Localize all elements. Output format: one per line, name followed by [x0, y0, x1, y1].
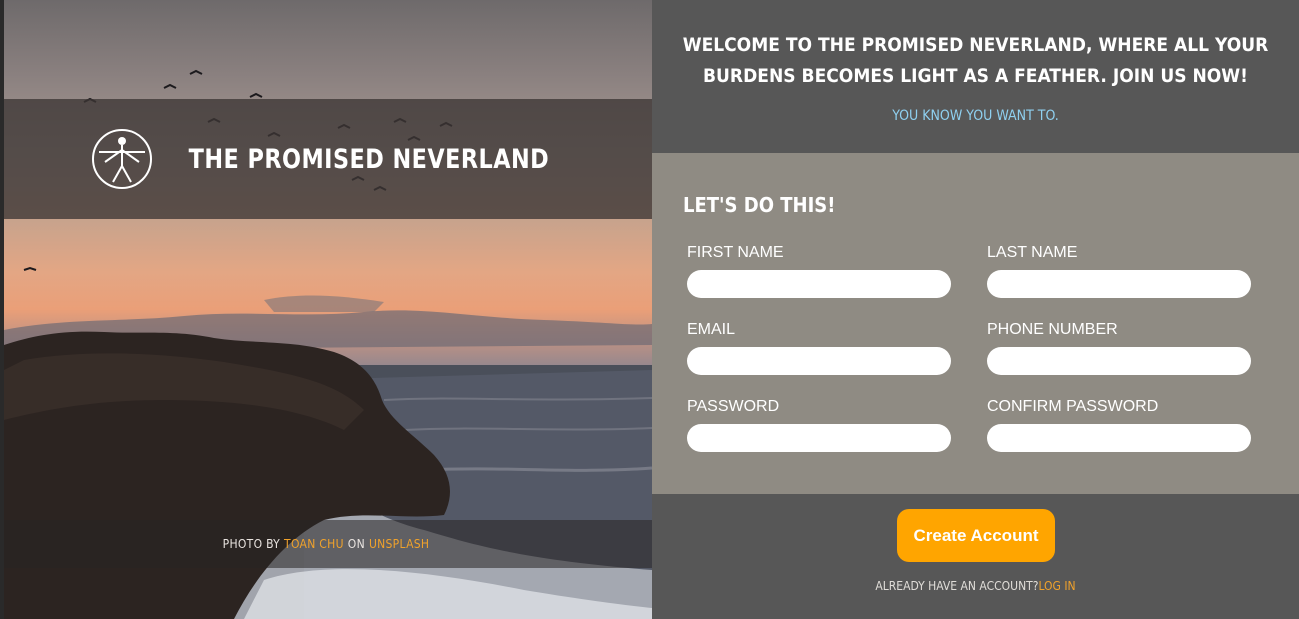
vitruvian-logo-icon — [92, 129, 153, 189]
credit-middle: ON — [347, 537, 365, 551]
password-input[interactable] — [687, 424, 951, 452]
welcome-panel: WELCOME TO THE PROMISED NEVERLAND, WHERE… — [652, 0, 1299, 153]
email-input[interactable] — [687, 347, 951, 375]
create-account-button[interactable]: Create Account — [897, 509, 1055, 562]
last-name-group: LAST NAME — [987, 244, 1251, 298]
tagline: YOU KNOW YOU WANT TO. — [892, 108, 1059, 124]
photo-credit: PHOTO BY TOAN CHU ON UNSPLASH — [4, 520, 652, 568]
signup-form: LET'S DO THIS! FIRST NAME LAST NAME EMAI… — [652, 153, 1299, 494]
form-heading: LET'S DO THIS! — [683, 193, 836, 217]
login-prompt: ALREADY HAVE AN ACCOUNT?LOG IN — [652, 579, 1299, 593]
photographer-link[interactable]: TOAN CHU — [284, 537, 344, 551]
first-name-input[interactable] — [687, 270, 951, 298]
first-name-label: FIRST NAME — [687, 244, 784, 261]
phone-input[interactable] — [987, 347, 1251, 375]
confirm-password-input[interactable] — [987, 424, 1251, 452]
last-name-input[interactable] — [987, 270, 1251, 298]
unsplash-link[interactable]: UNSPLASH — [369, 537, 429, 551]
confirm-password-group: CONFIRM PASSWORD — [987, 398, 1251, 452]
credit-prefix: PHOTO BY — [222, 537, 281, 551]
password-group: PASSWORD — [687, 398, 951, 452]
first-name-group: FIRST NAME — [687, 244, 951, 298]
login-link[interactable]: LOG IN — [1038, 579, 1075, 593]
brand-title: THE PROMISED NEVERLAND — [188, 143, 550, 175]
last-name-label: LAST NAME — [987, 244, 1078, 261]
phone-label: PHONE NUMBER — [987, 321, 1118, 338]
welcome-message: WELCOME TO THE PROMISED NEVERLAND, WHERE… — [682, 34, 1269, 87]
password-label: PASSWORD — [687, 398, 780, 415]
phone-group: PHONE NUMBER — [987, 321, 1251, 375]
login-prompt-text: ALREADY HAVE AN ACCOUNT? — [875, 579, 1039, 593]
form-actions: Create Account ALREADY HAVE AN ACCOUNT?L… — [652, 494, 1299, 619]
confirm-password-label: CONFIRM PASSWORD — [987, 398, 1159, 415]
email-label: EMAIL — [687, 321, 736, 338]
brand-banner: THE PROMISED NEVERLAND — [4, 99, 652, 219]
hero-image: THE PROMISED NEVERLAND PHOTO BY TOAN CHU… — [4, 0, 652, 619]
email-group: EMAIL — [687, 321, 951, 375]
